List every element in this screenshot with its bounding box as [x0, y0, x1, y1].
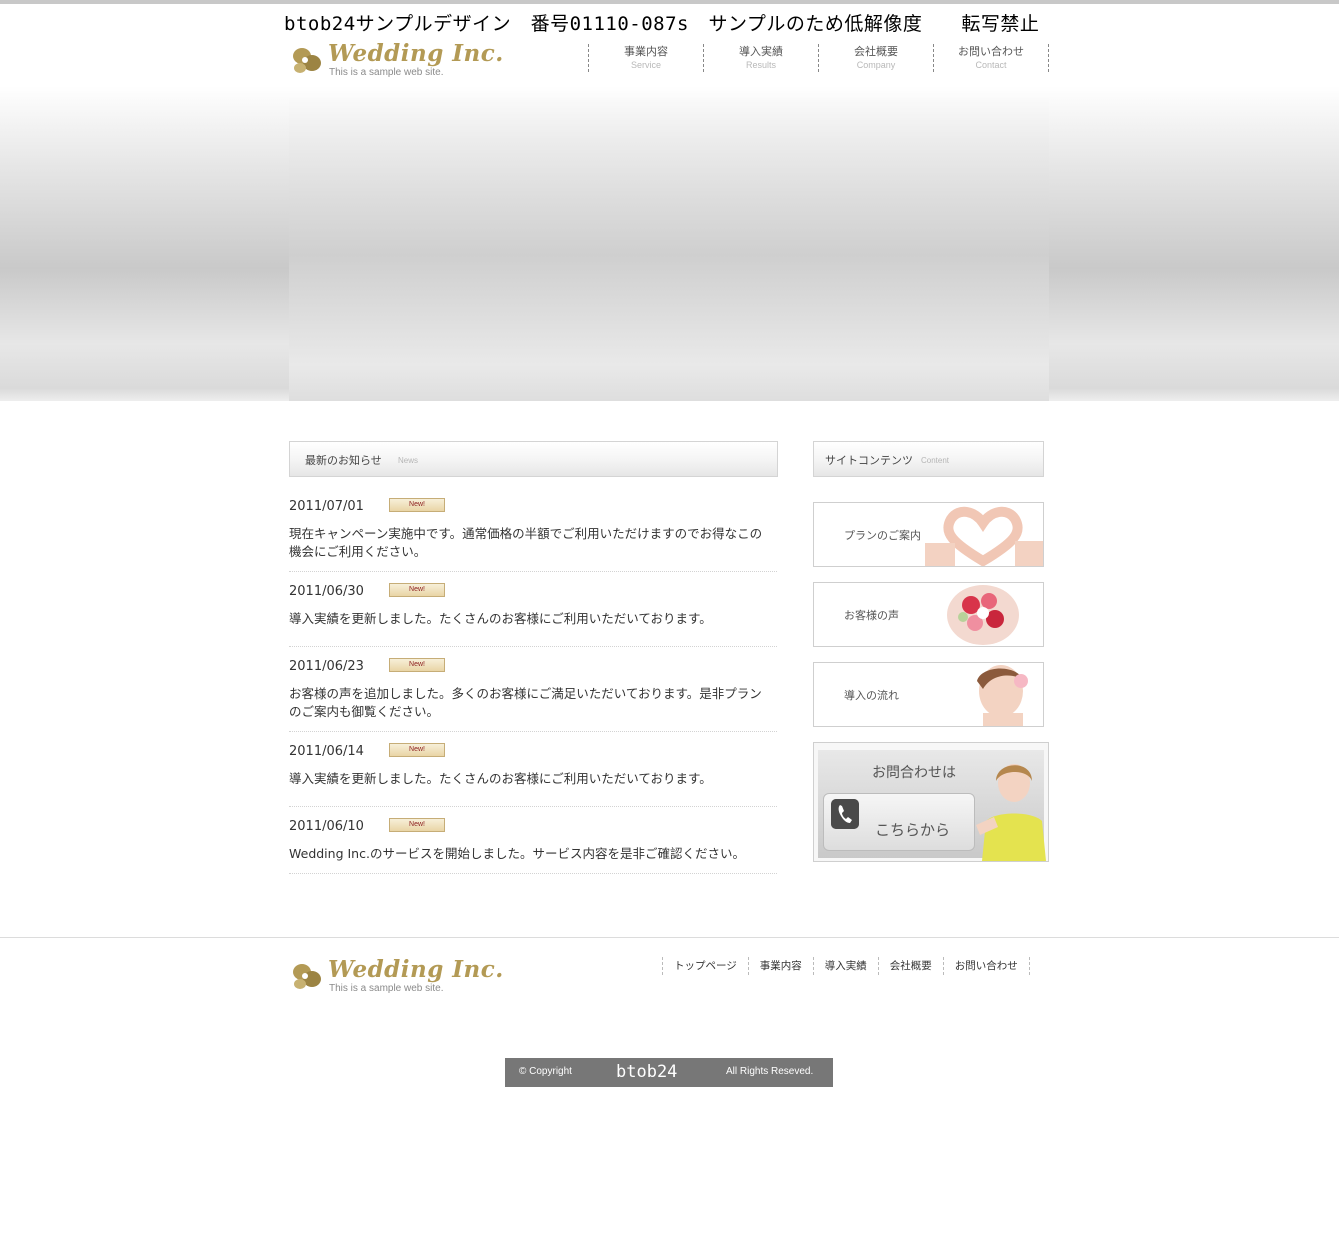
- banner-plan[interactable]: プランのご案内: [813, 502, 1044, 567]
- banner-label: プランのご案内: [844, 529, 921, 542]
- news-item[interactable]: 2011/06/14 New! 導入実績を更新しました。たくさんのお客様にご利用…: [289, 741, 777, 807]
- news-text: お客様の声を追加しました。多くのお客様にご満足いただいております。是非プランのご…: [289, 686, 762, 719]
- footer-nav: トップページ 事業内容 導入実績 会社概要 お問い合わせ: [662, 957, 1030, 975]
- news-item[interactable]: 2011/07/01 New! 現在キャンペーン実施中です。通常価格の半額でご利…: [289, 496, 777, 572]
- news-text: 導入実績を更新しました。たくさんのお客様にご利用いただいております。: [289, 771, 712, 786]
- banner-flow[interactable]: 導入の流れ: [813, 662, 1044, 727]
- nav-label: 事業内容: [624, 45, 668, 58]
- footer-nav-service[interactable]: 事業内容: [749, 957, 814, 975]
- nav-item-contact[interactable]: お問い合わせ Contact: [934, 44, 1049, 72]
- heart-hands-photo-icon: [923, 503, 1043, 566]
- news-date: 2011/06/30: [289, 584, 364, 599]
- bride-photo-icon: [923, 663, 1043, 726]
- new-badge: New!: [389, 583, 445, 597]
- footer-nav-contact[interactable]: お問い合わせ: [944, 957, 1030, 975]
- sidebar-heading-label: サイトコンテンツ: [825, 454, 913, 467]
- nav-label: お問い合わせ: [958, 45, 1024, 58]
- news-item[interactable]: 2011/06/23 New! お客様の声を追加しました。多くのお客様にご満足い…: [289, 656, 777, 732]
- logo-brand: Wedding Inc.: [328, 40, 504, 67]
- footer-divider: [0, 937, 1339, 938]
- logo-tagline: This is a sample web site.: [329, 67, 444, 78]
- new-badge: New!: [389, 498, 445, 512]
- hero-banner: [0, 86, 1339, 401]
- nav-label: 導入実績: [739, 45, 783, 58]
- contact-heading: お問合わせは: [872, 765, 956, 781]
- footer-nav-results[interactable]: 導入実績: [814, 957, 879, 975]
- footer-nav-company[interactable]: 会社概要: [879, 957, 944, 975]
- header-logo[interactable]: Wedding Inc. This is a sample web site.: [290, 40, 503, 82]
- new-badge: New!: [389, 818, 445, 832]
- news-text: 導入実績を更新しました。たくさんのお客様にご利用いただいております。: [289, 611, 712, 626]
- news-heading-label: 最新のお知らせ: [305, 454, 382, 467]
- bouquet-photo-icon: [923, 583, 1043, 646]
- new-badge: New!: [389, 658, 445, 672]
- logo-tagline: This is a sample web site.: [329, 983, 444, 994]
- hero-image: [289, 98, 1049, 401]
- phone-icon: [831, 799, 859, 829]
- sidebar-heading: サイトコンテンツ Content: [813, 441, 1044, 477]
- logo-brand: Wedding Inc.: [328, 956, 504, 983]
- contact-button-label: こちらから: [875, 821, 951, 839]
- footer-logo[interactable]: Wedding Inc. This is a sample web site.: [290, 956, 503, 998]
- nav-sublabel: Service: [630, 60, 661, 70]
- nav-item-results[interactable]: 導入実績 Results: [704, 44, 819, 72]
- watermark-text: btob24サンプルデザイン 番号01110-087s サンプルのため低解像度 …: [284, 13, 1040, 35]
- copyright-prefix: © Copyright: [519, 1066, 572, 1077]
- operator-photo-icon: [976, 764, 1046, 861]
- nav-label: 会社概要: [854, 45, 898, 58]
- nav-sublabel: Results: [745, 60, 776, 70]
- news-text: 現在キャンペーン実施中です。通常価格の半額でご利用いただけますのでお得なこの機会…: [289, 526, 763, 559]
- copyright-suffix: All Rights Reseved.: [726, 1066, 814, 1077]
- banner-label: お客様の声: [844, 609, 899, 622]
- news-date: 2011/06/23: [289, 659, 364, 674]
- footer-nav-top[interactable]: トップページ: [663, 957, 749, 975]
- nav-item-company[interactable]: 会社概要 Company: [819, 44, 934, 72]
- contact-banner[interactable]: お問合わせは こちらから: [813, 742, 1049, 862]
- sidebar-heading-sublabel: Content: [921, 456, 950, 465]
- news-date: 2011/06/14: [289, 744, 364, 759]
- flower-logo-icon: [293, 48, 321, 73]
- nav-sublabel: Contact: [975, 60, 1007, 70]
- banner-label: 導入の流れ: [844, 689, 899, 702]
- copyright-name: btob24: [616, 1062, 678, 1082]
- global-nav: 事業内容 Service 導入実績 Results 会社概要 Company お…: [588, 44, 1049, 72]
- top-border: [0, 0, 1339, 4]
- news-item[interactable]: 2011/06/10 New! Wedding Inc.のサービスを開始しました…: [289, 816, 777, 874]
- news-date: 2011/06/10: [289, 819, 364, 834]
- flower-logo-icon: [293, 964, 321, 989]
- news-list: 2011/07/01 New! 現在キャンペーン実施中です。通常価格の半額でご利…: [289, 496, 777, 874]
- news-item[interactable]: 2011/06/30 New! 導入実績を更新しました。たくさんのお客様にご利用…: [289, 581, 777, 647]
- nav-sublabel: Company: [856, 60, 896, 70]
- new-badge: New!: [389, 743, 445, 757]
- news-heading-sublabel: News: [398, 456, 419, 465]
- copyright-bar: © Copyright btob24 All Rights Reseved.: [505, 1058, 833, 1087]
- news-text: Wedding Inc.のサービスを開始しました。サービス内容を是非ご確認くださ…: [289, 846, 745, 861]
- nav-item-service[interactable]: 事業内容 Service: [589, 44, 704, 72]
- news-heading: 最新のお知らせ News: [289, 441, 778, 477]
- news-date: 2011/07/01: [289, 499, 364, 514]
- banner-voice[interactable]: お客様の声: [813, 582, 1044, 647]
